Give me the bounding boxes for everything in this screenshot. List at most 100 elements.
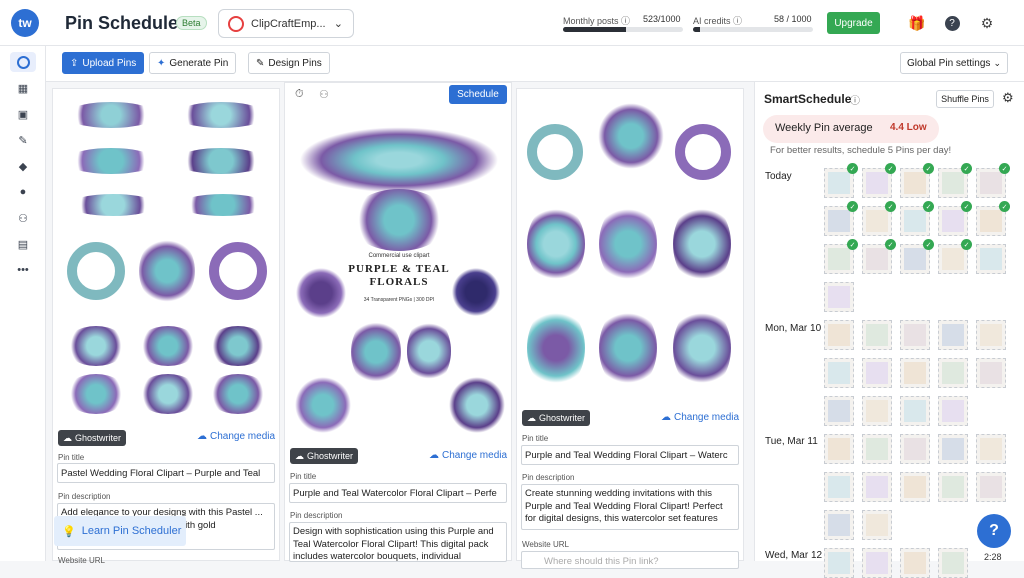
scheduled-pin-thumbnail[interactable] bbox=[976, 472, 1006, 502]
pin-image-2[interactable]: Commercial use clipart PURPLE & TEAL FLO… bbox=[289, 117, 509, 447]
schedule-button[interactable]: Schedule bbox=[449, 85, 507, 104]
pin-thumbnail-image bbox=[828, 400, 850, 422]
gear-icon[interactable]: ⚙ bbox=[978, 14, 996, 32]
scheduled-pin-thumbnail[interactable] bbox=[862, 548, 892, 578]
scheduled-pin-thumbnail[interactable] bbox=[900, 434, 930, 464]
floral-wreath bbox=[675, 124, 731, 180]
scheduled-pin-thumbnail[interactable] bbox=[976, 434, 1006, 464]
day-label-mar11: Tue, Mar 11 bbox=[765, 436, 818, 447]
scheduled-pin-thumbnail[interactable] bbox=[862, 320, 892, 350]
upload-pins-button[interactable]: ⇪ Upload Pins bbox=[62, 52, 145, 74]
chat-icon[interactable]: ● bbox=[10, 182, 36, 202]
gallery-icon[interactable]: ▣ bbox=[10, 104, 36, 124]
scheduled-pin-thumbnail[interactable] bbox=[900, 548, 930, 578]
pin-thumbnail-image bbox=[828, 210, 850, 232]
scheduled-pin-thumbnail[interactable] bbox=[862, 358, 892, 388]
scheduled-pin-thumbnail[interactable] bbox=[824, 358, 854, 388]
brush-icon[interactable]: ✎ bbox=[10, 130, 36, 150]
account-selector[interactable]: ClipCraftEmp... ⌄ bbox=[218, 9, 354, 38]
scheduled-pin-thumbnail[interactable] bbox=[938, 320, 968, 350]
ghostwriter-button[interactable]: ☁ Ghostwriter bbox=[290, 448, 359, 464]
floral-bouquet bbox=[527, 306, 585, 390]
floral-bouquet bbox=[449, 375, 505, 435]
weekly-average-label: Weekly Pin average bbox=[775, 122, 873, 134]
posted-check-icon: ✓ bbox=[847, 163, 858, 174]
scheduled-pin-thumbnail[interactable] bbox=[862, 510, 892, 540]
change-media-link[interactable]: ☁ Change media bbox=[661, 412, 739, 423]
analytics-icon[interactable]: ▤ bbox=[10, 234, 36, 254]
scheduled-pin-thumbnail[interactable] bbox=[824, 396, 854, 426]
scheduled-pin-thumbnail[interactable] bbox=[862, 434, 892, 464]
ghost-icon: ☁ bbox=[295, 450, 304, 461]
floral-swag bbox=[65, 148, 157, 174]
shuffle-pins-button[interactable]: Shuffle Pins bbox=[936, 90, 994, 108]
pin-image-1[interactable] bbox=[57, 94, 277, 431]
scheduled-pin-thumbnail[interactable] bbox=[900, 358, 930, 388]
scheduled-pin-thumbnail[interactable] bbox=[824, 434, 854, 464]
toolbar-right: Global Pin settings ⌄ bbox=[754, 46, 1024, 82]
scheduled-pin-thumbnail[interactable] bbox=[938, 548, 968, 578]
pin-title-input[interactable]: Purple and Teal Wedding Floral Clipart –… bbox=[521, 445, 739, 465]
posted-check-icon: ✓ bbox=[999, 163, 1010, 174]
bag-icon[interactable]: ◆ bbox=[10, 156, 36, 176]
floral-bouquet bbox=[597, 102, 665, 170]
floral-swag bbox=[69, 194, 157, 216]
scheduled-pin-thumbnail[interactable] bbox=[976, 320, 1006, 350]
boards-icon[interactable]: ⚇ bbox=[319, 88, 329, 101]
scheduled-pin-thumbnail[interactable] bbox=[938, 472, 968, 502]
scheduled-pin-thumbnail[interactable] bbox=[900, 472, 930, 502]
scheduled-pin-thumbnail[interactable] bbox=[938, 358, 968, 388]
scheduled-pin-thumbnail[interactable] bbox=[900, 320, 930, 350]
scheduled-pin-thumbnail[interactable] bbox=[938, 396, 968, 426]
global-pin-settings-dropdown[interactable]: Global Pin settings ⌄ bbox=[900, 52, 1008, 74]
pin-thumbnail-image bbox=[866, 248, 888, 270]
scheduled-pin-thumbnail[interactable] bbox=[938, 434, 968, 464]
pin-description-input[interactable]: Design with sophistication using this Pu… bbox=[289, 522, 507, 562]
ghost-icon: ☁ bbox=[527, 412, 536, 423]
floral-swag bbox=[175, 148, 267, 174]
scheduled-pin-thumbnail[interactable] bbox=[824, 282, 854, 312]
scheduled-pin-thumbnail[interactable] bbox=[976, 244, 1006, 274]
pin-image-3[interactable] bbox=[521, 94, 741, 404]
pin-title-input[interactable]: Pastel Wedding Floral Clipart – Purple a… bbox=[57, 463, 275, 483]
ghostwriter-button[interactable]: ☁ Ghostwriter bbox=[522, 410, 591, 426]
generate-pin-button[interactable]: ✦ Generate Pin bbox=[149, 52, 237, 74]
day-label-mar10: Mon, Mar 10 bbox=[765, 323, 822, 334]
app-logo[interactable]: tw bbox=[11, 9, 39, 37]
gift-icon[interactable]: 🎁 bbox=[908, 14, 926, 32]
scheduled-pin-thumbnail[interactable] bbox=[824, 320, 854, 350]
change-media-link[interactable]: ☁ Change media bbox=[197, 431, 275, 442]
floral-bouquet bbox=[599, 202, 657, 286]
pinterest-icon[interactable] bbox=[10, 52, 36, 72]
website-url-input[interactable]: Where should this Pin link? bbox=[521, 551, 739, 569]
floral-cluster bbox=[207, 326, 269, 366]
scheduled-pin-thumbnail[interactable] bbox=[976, 358, 1006, 388]
scheduled-pin-thumbnail[interactable] bbox=[824, 472, 854, 502]
scheduled-pin-thumbnail[interactable] bbox=[862, 396, 892, 426]
scheduled-pin-thumbnail[interactable] bbox=[824, 548, 854, 578]
info-icon[interactable]: ⓘ bbox=[850, 92, 860, 107]
clock-icon[interactable]: ⏱ bbox=[295, 88, 304, 101]
pin-thumbnail-image bbox=[828, 248, 850, 270]
pin-title-input[interactable]: Purple and Teal Watercolor Floral Clipar… bbox=[289, 483, 507, 503]
upgrade-button[interactable]: Upgrade bbox=[827, 12, 880, 34]
posted-check-icon: ✓ bbox=[847, 239, 858, 250]
design-pins-button[interactable]: ✎ Design Pins bbox=[248, 52, 330, 74]
gear-icon[interactable]: ⚙ bbox=[1002, 90, 1014, 106]
ghostwriter-button[interactable]: ☁ Ghostwriter bbox=[58, 430, 127, 446]
help-chat-button[interactable]: ? bbox=[977, 514, 1011, 548]
change-media-link[interactable]: ☁ Change media bbox=[429, 450, 507, 461]
more-icon[interactable]: ••• bbox=[10, 260, 36, 280]
learn-pin-scheduler-button[interactable]: 💡 Learn Pin Scheduler bbox=[54, 516, 186, 546]
dashboard-icon[interactable]: ▦ bbox=[10, 78, 36, 98]
pin-thumbnail-image bbox=[866, 514, 888, 536]
scheduled-pin-thumbnail[interactable] bbox=[824, 510, 854, 540]
floral-cluster bbox=[65, 326, 127, 366]
scheduled-pin-thumbnail[interactable] bbox=[862, 472, 892, 502]
scheduled-pin-thumbnail[interactable] bbox=[900, 396, 930, 426]
pin-thumbnail-image bbox=[942, 438, 964, 460]
pin-description-label: Pin description bbox=[58, 492, 111, 501]
pin-description-input[interactable]: Create stunning wedding invitations with… bbox=[521, 484, 739, 530]
community-icon[interactable]: ⚇ bbox=[10, 208, 36, 228]
help-icon[interactable]: ? bbox=[943, 14, 961, 32]
